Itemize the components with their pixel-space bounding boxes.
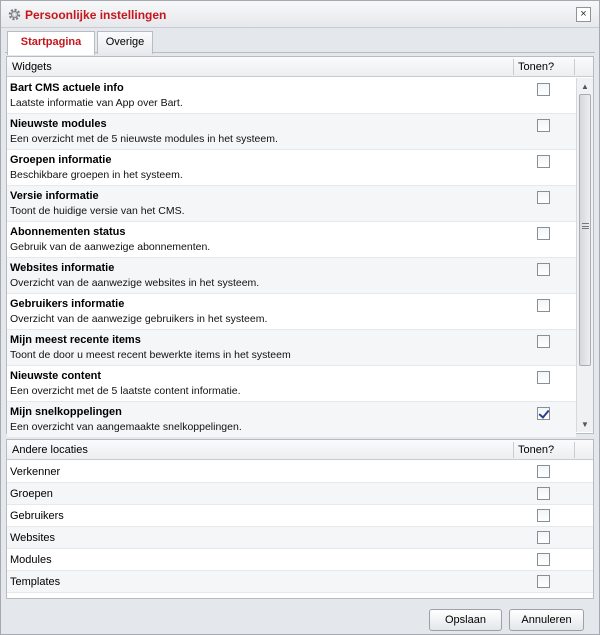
column-header-show[interactable]: Tonen?	[518, 444, 554, 456]
location-row-websites: Websites	[7, 527, 593, 549]
close-icon: ×	[580, 8, 587, 20]
widget-title: Abonnementen status	[10, 226, 126, 238]
location-label: Gebruikers	[10, 510, 64, 522]
widget-description: Beschikbare groepen in het systeem.	[10, 169, 183, 181]
location-label: Websites	[10, 532, 56, 544]
widget-row-gebruikers-informatie: Gebruikers informatie Overzicht van de aa…	[7, 294, 576, 330]
widget-description: Een overzicht met de 5 laatste content i…	[10, 385, 241, 397]
show-checkbox[interactable]	[537, 227, 550, 240]
close-button[interactable]: ×	[576, 7, 591, 22]
widgets-scrollbar[interactable]: ▲ ▼	[576, 78, 593, 432]
widget-row-mijn-snelkoppelingen: Mijn snelkoppelingen Een overzicht van aa…	[7, 402, 576, 438]
show-checkbox[interactable]	[537, 465, 550, 478]
widget-title: Mijn meest recente items	[10, 334, 141, 346]
widget-description: Laatste informatie van App over Bart.	[10, 97, 183, 109]
location-row-groepen: Groepen	[7, 483, 593, 505]
widget-row-versie-informatie: Versie informatie Toont de huidige versie…	[7, 186, 576, 222]
widget-row-mijn-meest-recente-items: Mijn meest recente items Toont de door u …	[7, 330, 576, 366]
cancel-button[interactable]: Annuleren	[509, 609, 584, 631]
tab-overige[interactable]: Overige	[97, 31, 153, 54]
widget-row-groepen-informatie: Groepen informatie Beschikbare groepen in…	[7, 150, 576, 186]
locations-list: Verkenner Groepen Gebruikers Websites Module…	[7, 461, 593, 593]
tab-bar: Startpagina Overige	[5, 29, 595, 55]
location-label: Verkenner	[10, 466, 61, 478]
widgets-header: Widgets Tonen?	[7, 57, 593, 77]
widget-title: Mijn snelkoppelingen	[10, 406, 122, 418]
show-checkbox[interactable]	[537, 263, 550, 276]
locations-header: Andere locaties Tonen?	[7, 440, 593, 460]
widget-row-abonnementen-status: Abonnementen status Gebruik van de aanwez…	[7, 222, 576, 258]
widget-title: Websites informatie	[10, 262, 115, 274]
show-checkbox[interactable]	[537, 575, 550, 588]
show-checkbox[interactable]	[537, 83, 550, 96]
column-header-widgets[interactable]: Widgets	[12, 61, 52, 73]
widget-row-websites-informatie: Websites informatie Overzicht van de aanw…	[7, 258, 576, 294]
widget-title: Nieuwste content	[10, 370, 102, 382]
location-label: Groepen	[10, 488, 53, 500]
location-label: Templates	[10, 576, 61, 588]
show-checkbox[interactable]	[537, 407, 550, 420]
save-button[interactable]: Opslaan	[429, 609, 502, 631]
widget-row-nieuwste-modules: Nieuwste modules Een overzicht met de 5 n…	[7, 114, 576, 150]
show-checkbox[interactable]	[537, 155, 550, 168]
widget-description: Toont de door u meest recent bewerkte it…	[10, 349, 291, 361]
widget-description: Overzicht van de aanwezige gebruikers in…	[10, 313, 268, 325]
location-row-modules: Modules	[7, 549, 593, 571]
widget-description: Gebruik van de aanwezige abonnementen.	[10, 241, 211, 253]
scroll-down-icon[interactable]: ▼	[581, 420, 589, 429]
widget-description: Overzicht van de aanwezige websites in h…	[10, 277, 260, 289]
gear-icon	[8, 8, 21, 21]
column-divider	[574, 442, 575, 458]
widget-title: Versie informatie	[10, 190, 99, 202]
column-header-locations[interactable]: Andere locaties	[12, 444, 88, 456]
widget-title: Bart CMS actuele info	[10, 82, 124, 94]
show-checkbox[interactable]	[537, 119, 550, 132]
scroll-up-icon[interactable]: ▲	[581, 82, 589, 91]
location-row-templates: Templates	[7, 571, 593, 593]
widgets-panel: Widgets Tonen? Bart CMS actuele info Laat…	[6, 56, 594, 438]
show-checkbox[interactable]	[537, 299, 550, 312]
show-checkbox[interactable]	[537, 509, 550, 522]
tab-startpagina[interactable]: Startpagina	[7, 31, 95, 55]
show-checkbox[interactable]	[537, 487, 550, 500]
show-checkbox[interactable]	[537, 371, 550, 384]
widget-row-bart-cms-actuele-info: Bart CMS actuele info Laatste informatie …	[7, 78, 576, 114]
widget-description: Een overzicht van aangemaakte snelkoppel…	[10, 421, 242, 433]
column-header-show[interactable]: Tonen?	[518, 61, 554, 73]
widget-row-nieuwste-content: Nieuwste content Een overzicht met de 5 l…	[7, 366, 576, 402]
column-divider	[513, 59, 514, 75]
column-divider	[574, 59, 575, 75]
location-label: Modules	[10, 554, 52, 566]
widget-title: Nieuwste modules	[10, 118, 107, 130]
show-checkbox[interactable]	[537, 191, 550, 204]
show-checkbox[interactable]	[537, 531, 550, 544]
settings-dialog: Persoonlijke instellingen × Startpagina …	[0, 0, 600, 635]
show-checkbox[interactable]	[537, 335, 550, 348]
widget-title: Gebruikers informatie	[10, 298, 125, 310]
locations-panel: Andere locaties Tonen? Verkenner Groepen G…	[6, 439, 594, 599]
dialog-title: Persoonlijke instellingen	[25, 8, 167, 22]
scroll-thumb[interactable]	[579, 94, 591, 366]
grip-icon	[582, 223, 589, 229]
location-row-verkenner: Verkenner	[7, 461, 593, 483]
location-row-gebruikers: Gebruikers	[7, 505, 593, 527]
widget-title: Groepen informatie	[10, 154, 112, 166]
widget-description: Een overzicht met de 5 nieuwste modules …	[10, 133, 278, 145]
widgets-list: Bart CMS actuele info Laatste informatie …	[7, 78, 576, 438]
show-checkbox[interactable]	[537, 553, 550, 566]
column-divider	[513, 442, 514, 458]
widget-description: Toont de huidige versie van het CMS.	[10, 205, 185, 217]
title-bar[interactable]: Persoonlijke instellingen ×	[1, 1, 599, 28]
